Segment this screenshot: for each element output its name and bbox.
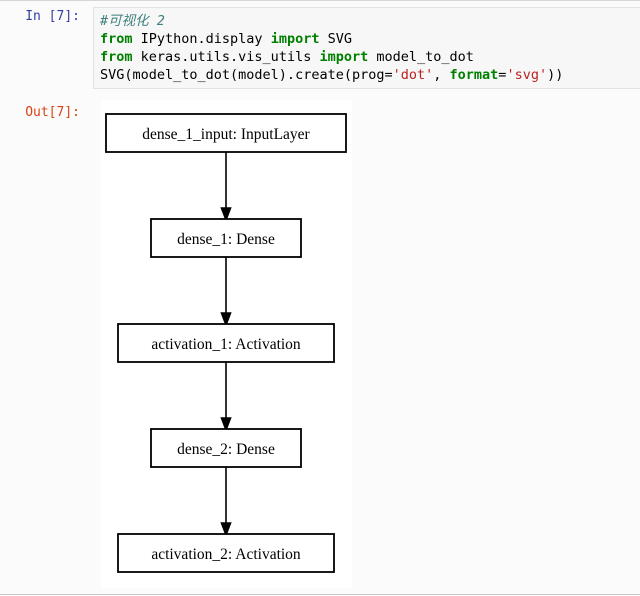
keyword-import: import (270, 31, 320, 47)
code-line-3: from keras.utils.vis_utils import model_… (100, 48, 640, 66)
graph-node-activation_1[interactable]: activation_1: Activation (117, 323, 335, 363)
kwarg-format: format (449, 67, 499, 83)
output-cell: Out[7]: dense_1_input: InputLayer dense_… (0, 100, 640, 590)
input-cell: In [7]: #可视化 2 from IPython.display impo… (0, 7, 640, 92)
node-label: activation_1: Activation (151, 336, 301, 353)
input-prompt: In [7]: (25, 9, 80, 24)
node-label: dense_1: Dense (177, 231, 275, 248)
graph-node-dense_1_input[interactable]: dense_1_input: InputLayer (105, 113, 347, 153)
module-path: IPython.display (132, 31, 271, 47)
graph-node-dense_1[interactable]: dense_1: Dense (150, 218, 302, 258)
module-path: keras.utils.vis_utils (132, 49, 320, 65)
code-line-2: from IPython.display import SVG (100, 30, 640, 48)
import-target: model_to_dot (368, 49, 474, 65)
arg-separator: , (433, 67, 450, 83)
node-label: dense_1_input: InputLayer (142, 126, 310, 143)
code-line-1: #可视化 2 (100, 12, 640, 30)
top-divider (0, 0, 640, 1)
keyword-import: import (319, 49, 369, 65)
node-label: activation_2: Activation (151, 546, 301, 563)
keyword-from: from (100, 31, 133, 47)
graph-node-dense_2[interactable]: dense_2: Dense (150, 428, 302, 468)
bottom-divider (0, 594, 640, 595)
code-line-4: SVG(model_to_dot(model).create(prog='dot… (100, 66, 640, 84)
model-graph-output: dense_1_input: InputLayer dense_1: Dense… (101, 100, 352, 588)
import-target: SVG (319, 31, 352, 47)
node-label: dense_2: Dense (177, 441, 275, 458)
string-literal-dot: 'dot' (392, 67, 434, 83)
call-expression: SVG(model_to_dot(model).create(prog= (100, 67, 393, 83)
code-editor[interactable]: #可视化 2 from IPython.display import SVG f… (93, 7, 640, 89)
code-comment: #可视化 2 (100, 13, 165, 29)
graph-node-activation_2[interactable]: activation_2: Activation (117, 533, 335, 573)
output-prompt: Out[7]: (25, 105, 80, 120)
keyword-from: from (100, 49, 133, 65)
closing-parens: )) (547, 67, 564, 83)
string-literal-svg: 'svg' (506, 67, 548, 83)
model-architecture-svg: dense_1_input: InputLayer dense_1: Dense… (105, 113, 347, 573)
